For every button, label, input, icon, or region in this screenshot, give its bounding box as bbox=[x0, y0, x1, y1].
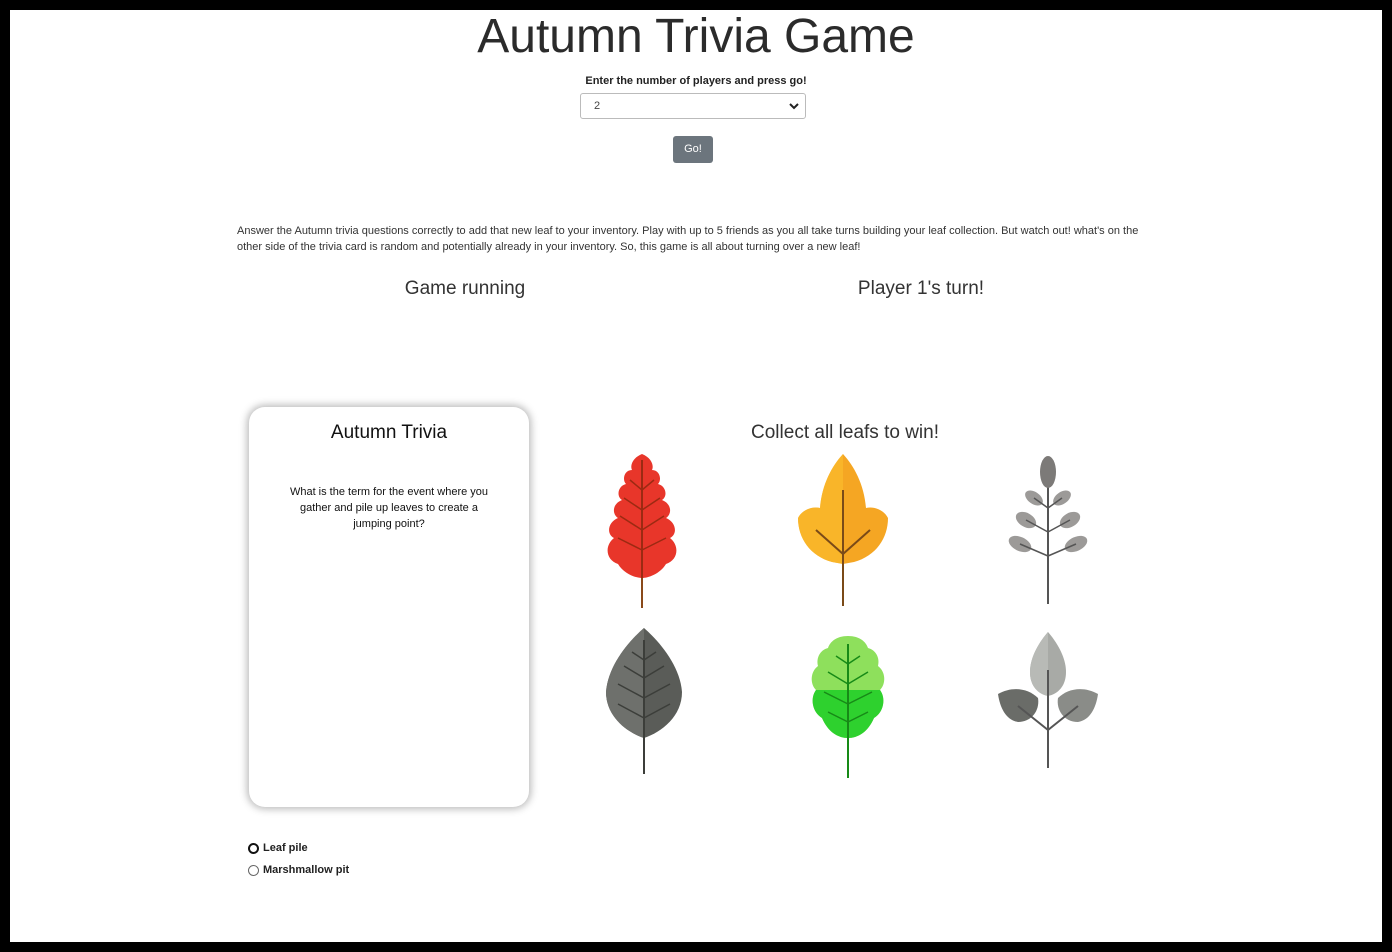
dark-gray-leaf-icon bbox=[606, 628, 682, 774]
page: Autumn Trivia Game Enter the number of p… bbox=[10, 10, 1382, 942]
red-maple-leaf-icon bbox=[607, 454, 677, 608]
radio-button[interactable] bbox=[248, 864, 259, 876]
green-leaf-icon bbox=[811, 636, 885, 778]
answer-label: Leaf pile bbox=[263, 842, 308, 854]
chevron-down-icon bbox=[789, 103, 799, 110]
trivia-question: What is the term for the event where you… bbox=[289, 486, 489, 530]
players-select-value: 2 bbox=[594, 100, 601, 112]
go-button[interactable]: Go! bbox=[673, 136, 713, 163]
players-select[interactable]: 2 bbox=[580, 93, 806, 119]
game-status: Game running bbox=[404, 278, 526, 299]
answer-option-2[interactable]: Marshmallow pit bbox=[248, 864, 349, 876]
answer-label: Marshmallow pit bbox=[263, 864, 350, 876]
gray-sprig-leaf-icon bbox=[1008, 456, 1088, 604]
trivia-card-title: Autumn Trivia bbox=[330, 422, 448, 443]
players-prompt: Enter the number of players and press go… bbox=[585, 75, 807, 87]
page-title: Autumn Trivia Game bbox=[477, 10, 915, 63]
trivia-card: Autumn Trivia What is the term for the e… bbox=[249, 407, 529, 807]
game-description: Answer the Autumn trivia questions corre… bbox=[237, 225, 1139, 253]
orange-leaf-icon bbox=[798, 454, 888, 606]
gray-three-leaf-icon bbox=[998, 632, 1098, 768]
turn-indicator: Player 1's turn! bbox=[857, 278, 985, 299]
radio-button[interactable] bbox=[248, 842, 259, 854]
collection-heading: Collect all leafs to win! bbox=[751, 422, 939, 443]
answer-option-1[interactable]: Leaf pile bbox=[248, 842, 308, 854]
